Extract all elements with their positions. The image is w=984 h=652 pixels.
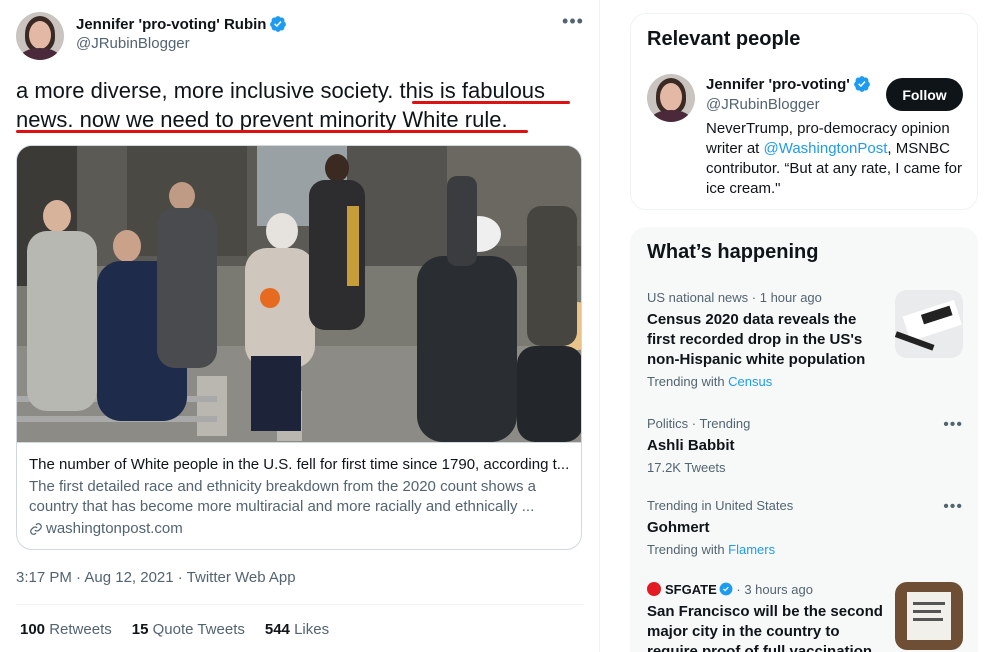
whats-happening-title: What’s happening — [647, 241, 819, 263]
author-handle[interactable]: @JRubinBlogger — [76, 35, 287, 52]
card-photo — [17, 146, 581, 442]
relevant-person-avatar[interactable] — [647, 74, 695, 122]
trend-title[interactable]: Ashli Babbit — [647, 436, 963, 456]
relevant-person-handle[interactable]: @JRubinBlogger — [706, 96, 820, 113]
relevant-person-bio: NeverTrump, pro-democracy opinion writer… — [706, 120, 962, 197]
trend-title[interactable]: Census 2020 data reveals the first recor… — [647, 310, 877, 370]
trend-meta: Trending in United States — [647, 498, 794, 513]
trend-item[interactable]: SFGATE · 3 hours ago San Francisco will … — [647, 582, 963, 652]
author-display-name[interactable]: Jennifer 'pro-voting' Rubin — [76, 16, 266, 33]
tweet-stats: 100 Retweets 15 Quote Tweets 544 Likes — [20, 621, 329, 638]
verified-badge-icon — [270, 16, 287, 32]
tweet-detail: Jennifer 'pro-voting' Rubin @JRubinBlogg… — [0, 0, 600, 652]
sfgate-logo-icon — [647, 582, 661, 596]
trend-item[interactable]: US national news · 1 hour ago Census 202… — [647, 290, 963, 390]
trend-sub: Trending with Flamers — [647, 542, 776, 557]
card-domain[interactable]: washingtonpost.com — [46, 519, 183, 539]
link-icon — [30, 523, 42, 535]
trend-item[interactable]: Politics · Trending Ashli Babbit 17.2K T… — [647, 416, 963, 476]
likes-stat[interactable]: 544 Likes — [265, 621, 329, 638]
relevant-people-panel: Relevant people Jennifer 'pro-voting' @J… — [630, 13, 978, 210]
trend-thumbnail[interactable] — [895, 290, 963, 358]
verified-badge-icon — [853, 76, 870, 92]
quote-tweets-stat[interactable]: 15 Quote Tweets — [132, 621, 245, 638]
trend-title[interactable]: San Francisco will be the second major c… — [647, 602, 887, 652]
relevant-person-name[interactable]: Jennifer 'pro-voting' — [706, 76, 850, 93]
relevant-people-title: Relevant people — [647, 28, 801, 50]
follow-button[interactable]: Follow — [886, 78, 963, 111]
bio-mention-link[interactable]: @WashingtonPost — [764, 140, 888, 157]
more-horizontal-icon[interactable]: ••• — [943, 416, 963, 434]
trend-sub: Trending with Census — [647, 374, 773, 389]
tweet-timestamp[interactable]: 3:17 PM · Aug 12, 2021 · Twitter Web App — [16, 569, 296, 586]
trend-item[interactable]: Trending in United States Gohmert Trendi… — [647, 498, 963, 558]
tweet-text: a more diverse, more inclusive society. … — [16, 76, 576, 134]
trend-link[interactable]: Census — [728, 374, 772, 389]
trend-meta: Politics · Trending — [647, 416, 751, 431]
more-horizontal-icon[interactable]: ••• — [561, 12, 585, 36]
divider — [16, 604, 584, 605]
trend-sub: 17.2K Tweets — [647, 460, 726, 475]
verified-badge-icon — [719, 582, 733, 596]
more-horizontal-icon[interactable]: ••• — [943, 498, 963, 516]
red-underline-annotation — [412, 101, 570, 104]
link-preview-card[interactable]: The number of White people in the U.S. f… — [16, 145, 582, 550]
tweet-author[interactable]: Jennifer 'pro-voting' Rubin @JRubinBlogg… — [16, 12, 287, 60]
author-avatar[interactable] — [16, 12, 64, 60]
trend-source[interactable]: SFGATE — [665, 582, 717, 597]
card-description: The first detailed race and ethnicity br… — [29, 478, 536, 515]
trend-title[interactable]: Gohmert — [647, 518, 963, 538]
trend-link[interactable]: Flamers — [728, 542, 775, 557]
red-underline-annotation — [16, 130, 528, 133]
whats-happening-panel: What’s happening US national news · 1 ho… — [630, 227, 978, 652]
retweets-stat[interactable]: 100 Retweets — [20, 621, 112, 638]
card-body[interactable]: The number of White people in the U.S. f… — [17, 442, 581, 549]
trend-thumbnail[interactable] — [895, 582, 963, 650]
card-title[interactable]: The number of White people in the U.S. f… — [29, 455, 571, 475]
tweet-text-part1: a more diverse, more inclusive society. — [16, 78, 400, 103]
